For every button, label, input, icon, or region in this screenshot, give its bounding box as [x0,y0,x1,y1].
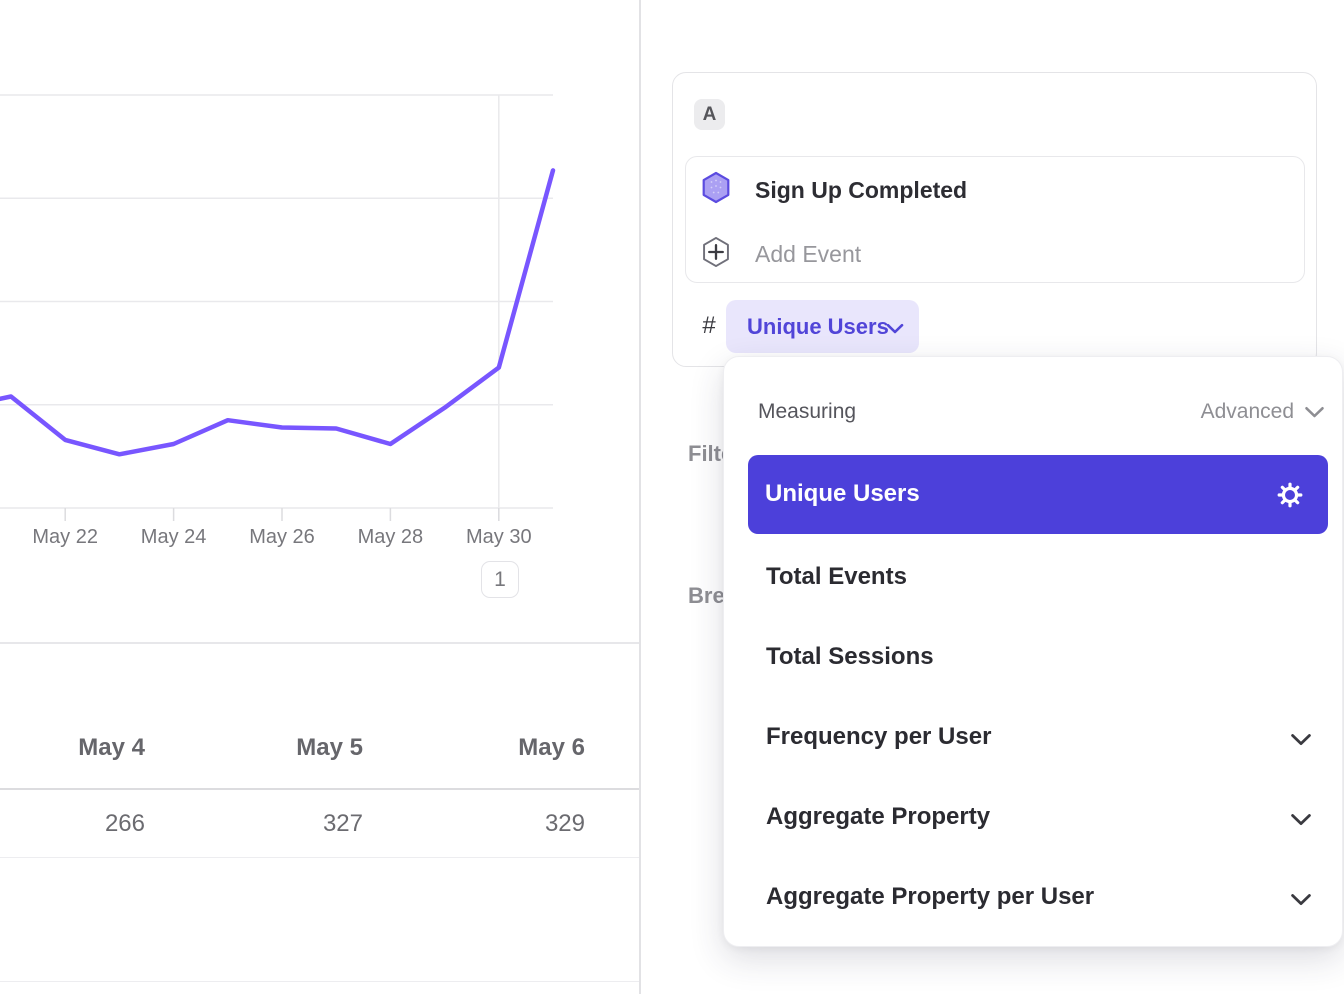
query-card: A Uniques of Sign Up Completed Sign Up C… [672,72,1317,367]
table-value-may5: 327 [323,810,363,838]
event-name-label: Sign Up Completed [755,176,967,204]
gear-icon[interactable] [1276,481,1304,514]
event-row-sign-up-completed[interactable]: Sign Up Completed [686,157,1304,219]
table-header-may5: May 5 [296,734,363,762]
menu-item-label: Unique Users [765,480,920,508]
x-axis-label: May 24 [126,526,222,549]
x-axis-label: May 30 [451,526,547,549]
table-header-divider [0,788,640,790]
menu-item-label: Aggregate Property per User [766,882,1094,912]
event-hexagon-icon [701,171,731,209]
add-event-button[interactable]: Add Event [686,221,1304,283]
menu-item-total-events[interactable]: Total Events [724,549,1342,605]
chevron-down-icon[interactable] [1304,406,1325,424]
table-header-may4: May 4 [78,734,145,762]
chevron-down-icon [1290,733,1312,752]
measure-row: # Unique Users [673,300,1316,354]
chevron-down-icon [1290,893,1312,912]
menu-item-label: Frequency per User [766,722,991,752]
pagination-badge[interactable]: 1 [481,561,519,598]
measuring-dropdown: Measuring Advanced Unique Users [723,356,1343,947]
measuring-label: Measuring [758,400,856,424]
table-bottom-divider [0,981,640,982]
menu-item-aggregate-property-per-user[interactable]: Aggregate Property per User [724,869,1342,925]
menu-item-frequency-per-user[interactable]: Frequency per User [724,709,1342,765]
x-axis-label: May 26 [234,526,330,549]
chart-line [0,170,553,454]
menu-item-label: Total Sessions [766,642,934,672]
x-axis-label: May 22 [17,526,113,549]
table-value-may6: 329 [545,810,585,838]
advanced-mode-toggle[interactable]: Advanced [1201,400,1294,424]
x-axis-label: May 28 [342,526,438,549]
chevron-down-icon [886,322,904,340]
hash-prefix: # [697,312,721,340]
panel-divider [639,0,641,994]
menu-item-label: Aggregate Property [766,802,990,832]
table-top-divider [0,642,640,644]
add-event-icon [701,236,731,273]
insights-report: May 22 May 24 May 26 May 28 May 30 1 May 4 M… [0,0,1344,994]
menu-item-total-sessions[interactable]: Total Sessions [724,629,1342,685]
line-chart [0,0,640,522]
menu-item-unique-users-selected[interactable]: Unique Users [748,455,1328,534]
menu-item-label: Total Events [766,562,907,592]
measure-chip-label: Unique Users [747,314,889,340]
event-box: Sign Up Completed Add Event [685,156,1305,283]
series-letter-badge[interactable]: A [694,99,725,130]
chevron-down-icon [1290,813,1312,832]
table-value-may4: 266 [105,810,145,838]
menu-item-aggregate-property[interactable]: Aggregate Property [724,789,1342,845]
table-row-divider [0,857,640,858]
chart-panel: May 22 May 24 May 26 May 28 May 30 1 May 4 M… [0,0,640,994]
table-header-may6: May 6 [518,734,585,762]
add-event-label: Add Event [755,240,861,268]
measure-selector-chip[interactable]: Unique Users [726,300,919,353]
